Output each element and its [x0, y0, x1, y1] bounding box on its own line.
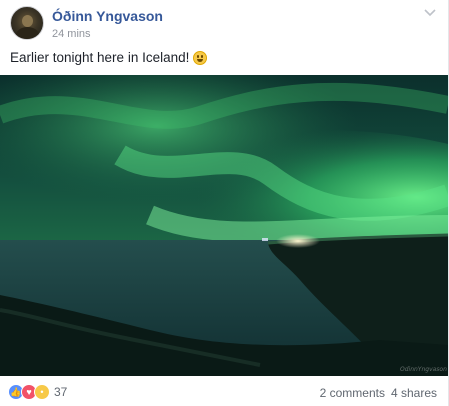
avatar-head — [22, 15, 33, 27]
reaction-count[interactable]: 37 — [54, 385, 67, 399]
avatar-shoulders — [16, 27, 39, 39]
reactions-summary[interactable]: 👍 ♥ • 37 — [8, 384, 67, 400]
post-card: Óðinn Yngvason 24 mins Earlier tonight h… — [0, 0, 449, 406]
post-stats: 2 comments 4 shares — [320, 386, 437, 400]
wow-icon: • — [34, 384, 50, 400]
photo-watermark: OdinnYngvason — [400, 366, 447, 373]
author-avatar[interactable] — [10, 6, 44, 40]
chevron-down-icon[interactable] — [424, 8, 436, 18]
author-name[interactable]: Óðinn Yngvason — [52, 8, 163, 24]
post-footer: 👍 ♥ • 37 2 comments 4 shares — [0, 378, 449, 406]
post-timestamp[interactable]: 24 mins — [52, 28, 91, 40]
grinning-emoji-icon — [193, 50, 208, 65]
shares-count[interactable]: 4 shares — [391, 386, 437, 400]
comments-count[interactable]: 2 comments — [320, 386, 385, 400]
caption-text: Earlier tonight here in Iceland! — [10, 50, 190, 65]
post-caption: Earlier tonight here in Iceland! — [10, 50, 208, 65]
aurora-landscape-image: OdinnYngvason — [0, 75, 448, 376]
post-photo[interactable]: OdinnYngvason — [0, 75, 448, 376]
